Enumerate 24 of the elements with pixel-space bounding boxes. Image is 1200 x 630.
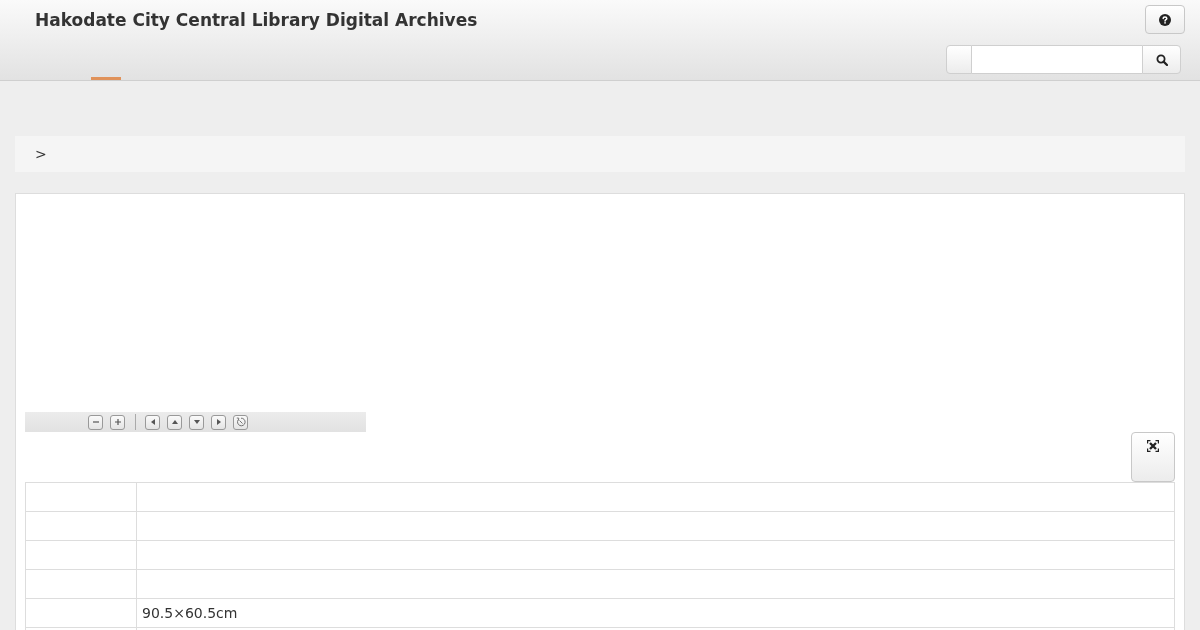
right-triangle-icon — [216, 419, 221, 425]
search-field[interactable] — [972, 45, 1142, 74]
table-cell: 90.5×60.5cm — [136, 598, 1175, 628]
site-title: Hakodate City Central Library Digital Archives — [35, 9, 478, 32]
pan-left-button[interactable] — [145, 414, 160, 430]
pan-up-button[interactable] — [167, 414, 182, 430]
zoom-out-button[interactable] — [88, 414, 103, 430]
pan-right-button[interactable] — [211, 414, 226, 430]
left-triangle-icon — [150, 419, 155, 425]
down-triangle-icon — [193, 420, 200, 424]
search-icon — [1155, 53, 1168, 66]
plus-icon — [113, 418, 122, 426]
help-button[interactable] — [1145, 5, 1185, 34]
expand-icon — [1147, 440, 1159, 452]
zoom-in-button[interactable] — [110, 414, 125, 430]
rotate-button[interactable] — [233, 414, 248, 430]
minus-icon — [91, 418, 100, 426]
pan-down-button[interactable] — [189, 414, 204, 430]
help-icon — [1159, 13, 1171, 26]
search-button[interactable] — [1142, 45, 1181, 74]
breadcrumb-separator: > — [35, 146, 47, 162]
fullscreen-button[interactable] — [1131, 432, 1175, 482]
up-triangle-icon — [171, 420, 178, 424]
rotate-icon — [235, 417, 246, 427]
